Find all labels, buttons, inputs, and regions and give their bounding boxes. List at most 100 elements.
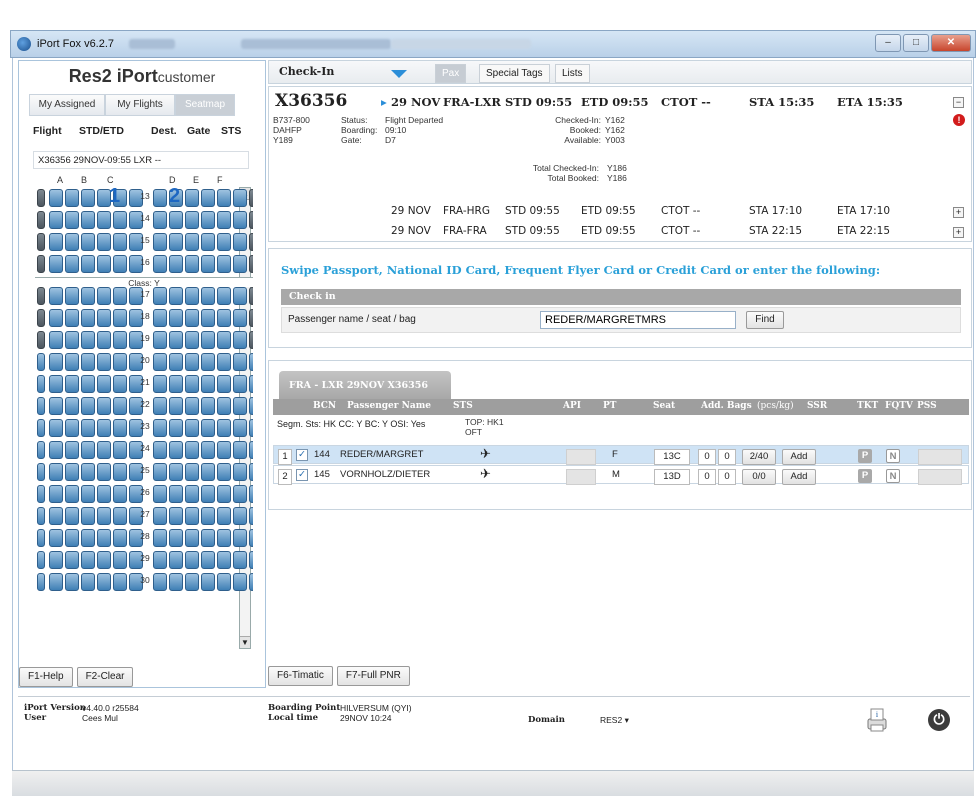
seat[interactable] bbox=[201, 507, 215, 525]
seat[interactable] bbox=[65, 463, 79, 481]
seat[interactable] bbox=[233, 463, 247, 481]
seat[interactable] bbox=[81, 287, 95, 305]
seat[interactable] bbox=[169, 353, 183, 371]
seat[interactable] bbox=[113, 529, 127, 547]
fqtv-icon[interactable]: N bbox=[886, 469, 900, 483]
seat[interactable] bbox=[169, 573, 183, 591]
seat[interactable] bbox=[65, 331, 79, 349]
seat[interactable] bbox=[81, 353, 95, 371]
dropdown-arrow-icon[interactable] bbox=[391, 70, 407, 78]
seat[interactable] bbox=[49, 507, 63, 525]
seat[interactable] bbox=[81, 331, 95, 349]
seat[interactable] bbox=[49, 551, 63, 569]
seat[interactable] bbox=[81, 529, 95, 547]
seat[interactable] bbox=[233, 189, 247, 207]
seat[interactable] bbox=[233, 573, 247, 591]
seat[interactable] bbox=[81, 485, 95, 503]
seat[interactable] bbox=[201, 255, 215, 273]
seat[interactable] bbox=[97, 353, 111, 371]
seat[interactable] bbox=[81, 463, 95, 481]
seat[interactable] bbox=[217, 551, 231, 569]
seat[interactable] bbox=[49, 255, 63, 273]
seat[interactable] bbox=[81, 573, 95, 591]
seat[interactable] bbox=[217, 485, 231, 503]
seat[interactable] bbox=[97, 309, 111, 327]
seat[interactable] bbox=[153, 287, 167, 305]
segment-tab[interactable]: FRA - LXR 29NOV X36356 bbox=[279, 371, 451, 399]
seat[interactable] bbox=[201, 485, 215, 503]
seat[interactable] bbox=[97, 551, 111, 569]
seat[interactable] bbox=[97, 255, 111, 273]
seat[interactable] bbox=[233, 331, 247, 349]
power-icon[interactable]: ⏻ bbox=[928, 709, 950, 731]
f1-help-button[interactable]: F1-Help bbox=[19, 667, 73, 687]
seat[interactable] bbox=[169, 441, 183, 459]
seat[interactable] bbox=[49, 287, 63, 305]
seat[interactable] bbox=[49, 375, 63, 393]
seat[interactable] bbox=[153, 309, 167, 327]
seat[interactable] bbox=[217, 419, 231, 437]
seat[interactable] bbox=[97, 397, 111, 415]
seat[interactable] bbox=[217, 441, 231, 459]
bags-kg-cell[interactable]: 0 bbox=[718, 469, 736, 485]
tab-special-tags[interactable]: Special Tags bbox=[479, 64, 550, 83]
seat[interactable] bbox=[113, 353, 127, 371]
bags-pcs-cell[interactable]: 0 bbox=[698, 469, 716, 485]
seat[interactable] bbox=[185, 551, 199, 569]
fqtv-icon[interactable]: N bbox=[886, 449, 900, 463]
seat-cell[interactable]: 13D bbox=[654, 469, 690, 485]
seat[interactable] bbox=[97, 233, 111, 251]
ticket-icon[interactable]: P bbox=[858, 449, 872, 463]
seat[interactable] bbox=[49, 441, 63, 459]
seat[interactable] bbox=[113, 573, 127, 591]
seat[interactable] bbox=[201, 419, 215, 437]
seat[interactable] bbox=[65, 189, 79, 207]
tab-my-flights[interactable]: My Flights bbox=[105, 94, 175, 116]
ticket-icon[interactable]: P bbox=[858, 469, 872, 483]
seat[interactable] bbox=[217, 211, 231, 229]
seat[interactable] bbox=[113, 419, 127, 437]
seat[interactable] bbox=[49, 419, 63, 437]
seat[interactable] bbox=[201, 211, 215, 229]
seat[interactable] bbox=[201, 375, 215, 393]
segment-row-3[interactable]: 29 NOV FRA-FRA STD 09:55 ETD 09:55 CTOT … bbox=[269, 223, 969, 241]
seat[interactable] bbox=[49, 529, 63, 547]
seat[interactable] bbox=[169, 507, 183, 525]
seat[interactable] bbox=[217, 573, 231, 591]
seat[interactable] bbox=[185, 441, 199, 459]
seat[interactable] bbox=[185, 419, 199, 437]
flight-list-row[interactable]: X36356 29NOV-09:55 LXR -- bbox=[33, 151, 249, 169]
seat[interactable] bbox=[169, 463, 183, 481]
seat[interactable] bbox=[233, 287, 247, 305]
seat[interactable] bbox=[81, 233, 95, 251]
seat[interactable] bbox=[65, 255, 79, 273]
segment-row-1[interactable]: ▸ 29 NOV FRA-LXR STD 09:55 ETD 09:55 CTO… bbox=[269, 93, 969, 111]
ssr-add-button[interactable]: Add bbox=[782, 469, 816, 485]
seat[interactable] bbox=[65, 211, 79, 229]
seat[interactable] bbox=[65, 375, 79, 393]
passenger-search-input[interactable] bbox=[540, 311, 736, 329]
seat[interactable] bbox=[153, 375, 167, 393]
seat[interactable] bbox=[169, 551, 183, 569]
seat[interactable] bbox=[185, 255, 199, 273]
seat[interactable] bbox=[217, 375, 231, 393]
seat[interactable] bbox=[201, 309, 215, 327]
seat[interactable] bbox=[113, 485, 127, 503]
passenger-row[interactable]: 2 ✓ 145 VORNHOLZ/DIETER ✈ M 13D 0 0 0/0 … bbox=[273, 465, 969, 485]
seat[interactable] bbox=[81, 507, 95, 525]
seat[interactable] bbox=[65, 573, 79, 591]
seat[interactable] bbox=[49, 397, 63, 415]
printer-icon[interactable]: i bbox=[864, 705, 890, 733]
seat[interactable] bbox=[217, 189, 231, 207]
seat[interactable] bbox=[81, 375, 95, 393]
seat[interactable] bbox=[201, 331, 215, 349]
seat[interactable] bbox=[81, 441, 95, 459]
seat[interactable] bbox=[169, 287, 183, 305]
seat[interactable] bbox=[169, 529, 183, 547]
seat[interactable] bbox=[97, 507, 111, 525]
seat[interactable] bbox=[81, 211, 95, 229]
seat[interactable] bbox=[97, 573, 111, 591]
seat[interactable] bbox=[97, 375, 111, 393]
seat[interactable] bbox=[201, 441, 215, 459]
seat[interactable] bbox=[169, 331, 183, 349]
